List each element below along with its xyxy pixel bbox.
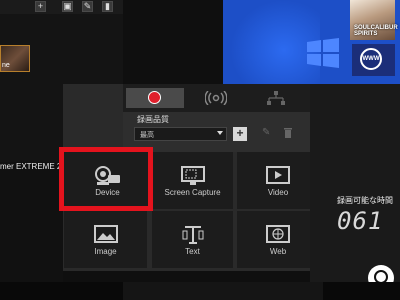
tab-stream[interactable] (188, 88, 244, 108)
source-screen-capture-tile[interactable]: Screen Capture (152, 152, 233, 209)
pencil-icon[interactable]: ✎ (262, 127, 272, 141)
save-icon[interactable]: ▣ (62, 1, 73, 12)
trash-icon[interactable] (284, 127, 294, 141)
recording-info-panel (310, 84, 400, 282)
recordable-time-value: 061 (337, 207, 384, 235)
chevron-down-icon (217, 131, 223, 135)
bottom-strip (123, 282, 323, 300)
broadcast-icon (205, 91, 227, 105)
device-list (0, 162, 63, 282)
monitor-icon (180, 166, 205, 185)
tab-network[interactable] (246, 88, 306, 108)
windows-logo-icon (307, 38, 339, 68)
device-name[interactable]: mer EXTREME 2 (0, 162, 61, 171)
game-thumbnail-title: SOULCALIBUR SPIRITS (354, 25, 398, 37)
add-quality-button[interactable]: + (233, 127, 247, 141)
video-icon (266, 166, 290, 184)
delete-icon[interactable]: ▮ (102, 1, 113, 12)
game-thumbnail[interactable]: SOULCALIBUR SPIRITS (350, 0, 398, 40)
image-icon (93, 225, 118, 243)
add-icon[interactable]: + (35, 1, 46, 12)
quality-select-value: 最高 (140, 132, 154, 139)
source-image-label: Image (94, 247, 117, 256)
edit-icon[interactable]: ✎ (82, 1, 93, 12)
www-thumbnail[interactable]: WWW (352, 44, 395, 76)
web-browser-icon (266, 225, 290, 243)
quality-label: 録画品質 (137, 115, 169, 124)
source-screen-capture-label: Screen Capture (164, 188, 221, 197)
source-web-label: Web (269, 247, 287, 256)
source-thumbnail[interactable]: ne (0, 45, 30, 72)
text-icon (182, 226, 203, 244)
source-text-tile[interactable]: Text (152, 211, 233, 268)
globe-icon: WWW (360, 48, 382, 70)
source-image-tile[interactable]: Image (64, 211, 147, 268)
quality-select[interactable]: 最高 (134, 127, 227, 141)
recordable-time-label: 録画可能な時間 (337, 196, 393, 205)
device-highlight-box (59, 147, 153, 211)
source-text-label: Text (185, 247, 200, 256)
source-web-tile[interactable]: Web (237, 211, 319, 268)
source-video-tile[interactable]: Video (237, 152, 319, 209)
top-toolbar: + ▣ ✎ ▮ (0, 0, 123, 14)
network-icon (267, 91, 285, 105)
record-icon (148, 91, 161, 104)
source-thumbnail-caption: ne (2, 62, 10, 69)
source-video-label: Video (267, 188, 289, 197)
tab-record[interactable] (126, 88, 184, 108)
